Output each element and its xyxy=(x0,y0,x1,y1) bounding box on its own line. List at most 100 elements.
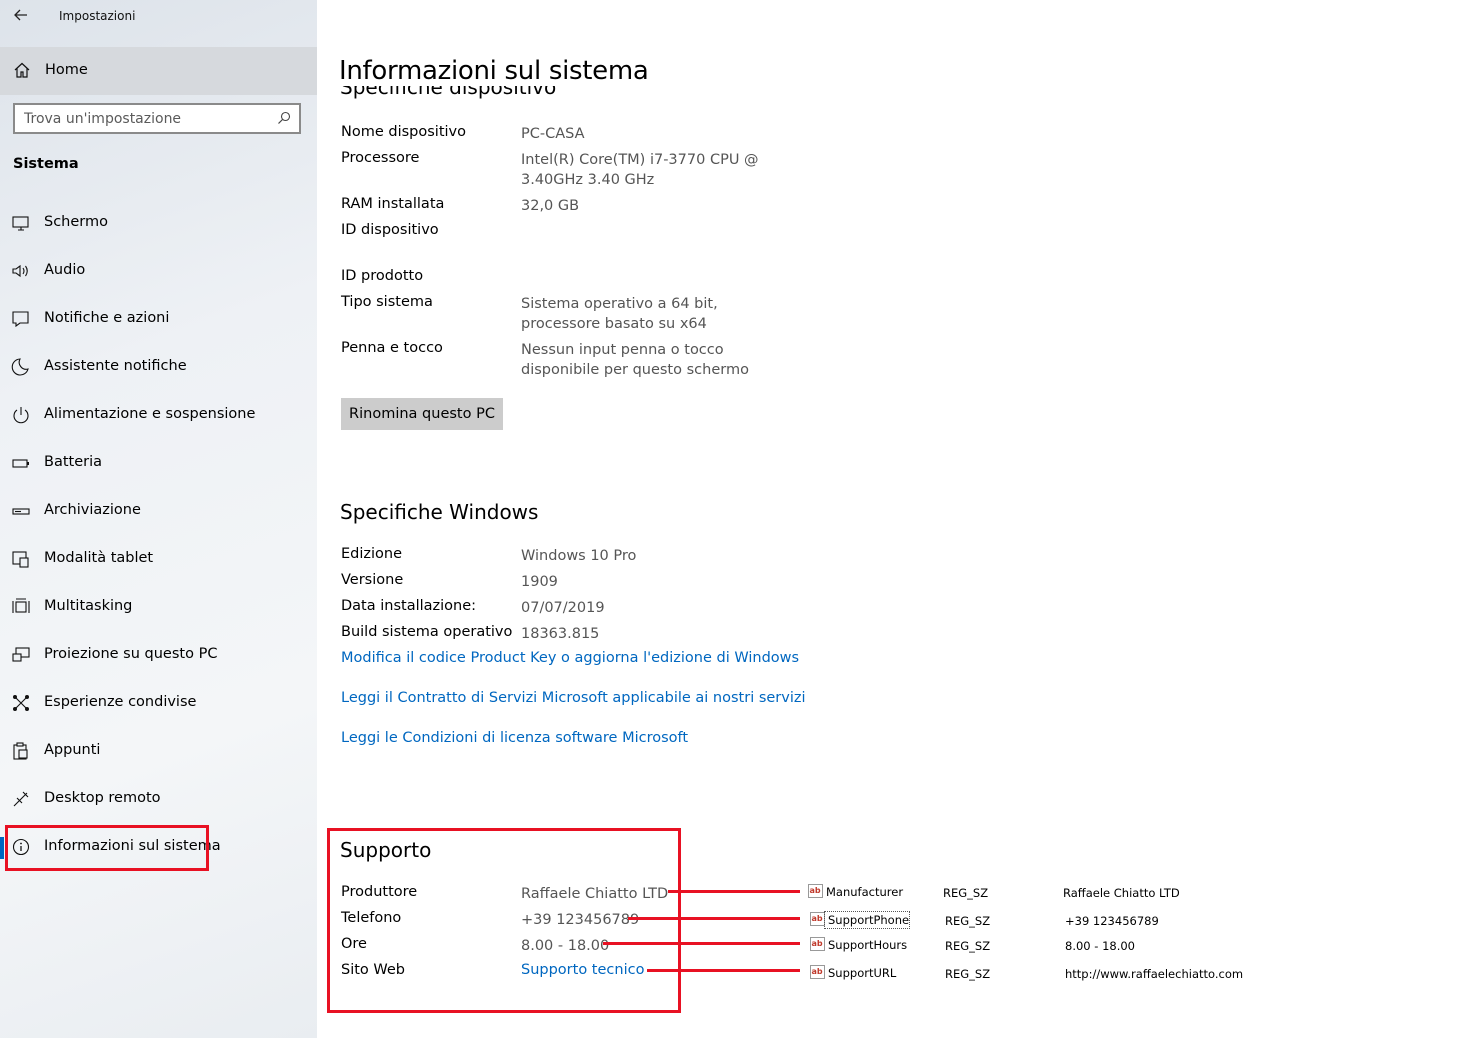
sidebar-item-modalita-tablet[interactable]: Modalità tablet xyxy=(0,536,317,582)
svg-text:ab: ab xyxy=(810,886,821,895)
page-title: Informazioni sul sistema xyxy=(339,56,649,86)
shared-icon xyxy=(13,695,29,711)
sidebar-item-label: Audio xyxy=(44,262,86,278)
sidebar-item-appunti[interactable]: Appunti xyxy=(0,728,317,774)
spec-value: 1909 xyxy=(521,574,558,590)
display-icon xyxy=(12,216,29,231)
support-value: 8.00 - 18.00 xyxy=(521,938,610,954)
clipboard-icon xyxy=(13,742,28,760)
reg-string-icon: ab xyxy=(810,912,825,926)
spec-label: Nome dispositivo xyxy=(341,124,466,140)
sidebar-item-label: Schermo xyxy=(44,214,108,230)
spec-label: Edizione xyxy=(341,546,403,562)
reg-value-name: Manufacturer xyxy=(826,885,904,899)
search-box[interactable] xyxy=(13,103,301,134)
spec-label: ID dispositivo xyxy=(341,222,439,238)
connector-line xyxy=(628,917,800,920)
selection-indicator xyxy=(0,837,4,859)
device-specs-heading: Specifiche dispositivo xyxy=(340,86,640,100)
support-website-link[interactable]: Supporto tecnico xyxy=(521,962,644,978)
reg-value-data: 8.00 - 18.00 xyxy=(1065,939,1135,953)
connector-line xyxy=(647,969,800,972)
sidebar-item-label: Alimentazione e sospensione xyxy=(44,406,256,422)
support-label: Sito Web xyxy=(341,962,406,978)
spec-value: Sistema operativo a 64 bit, processore b… xyxy=(521,296,718,332)
sidebar-item-archiviazione[interactable]: Archiviazione xyxy=(0,488,317,534)
rename-pc-button[interactable]: Rinomina questo PC xyxy=(341,398,503,430)
reg-string-icon: ab xyxy=(810,937,825,951)
reg-value-type: REG_SZ xyxy=(945,914,991,928)
sidebar-item-assistente-notifiche[interactable]: Assistente notifiche xyxy=(0,344,317,390)
home-nav-item[interactable]: Home xyxy=(0,47,317,95)
support-label: Ore xyxy=(341,936,367,952)
spec-label: Data installazione: xyxy=(341,598,477,614)
sidebar-item-label: Notifiche e azioni xyxy=(44,310,170,326)
support-value: Raffaele Chiatto LTD xyxy=(521,886,669,902)
spec-value: 32,0 GB xyxy=(521,198,580,214)
home-icon xyxy=(14,62,30,78)
storage-icon xyxy=(12,508,30,515)
spec-value: PC-CASA xyxy=(521,126,585,142)
sidebar-item-label: Multitasking xyxy=(44,598,133,614)
services-agreement-link[interactable]: Leggi il Contratto di Servizi Microsoft … xyxy=(341,690,806,706)
spec-value: Windows 10 Pro xyxy=(521,548,637,564)
sidebar-item-desktop-remoto[interactable]: Desktop remoto xyxy=(0,776,317,822)
reg-value-data: +39 123456789 xyxy=(1065,914,1159,928)
sidebar-item-audio[interactable]: Audio xyxy=(0,248,317,294)
support-value: +39 123456789 xyxy=(521,912,640,928)
spec-label: Penna e tocco xyxy=(341,340,443,356)
back-arrow-icon xyxy=(14,9,27,21)
support-label: Telefono xyxy=(341,910,402,926)
sidebar-item-esperienze-condivise[interactable]: Esperienze condivise xyxy=(0,680,317,726)
reg-value-name: SupportURL xyxy=(828,966,897,980)
search-input[interactable] xyxy=(24,110,264,128)
reg-value-data: http://www.raffaelechiatto.com xyxy=(1065,967,1244,981)
sidebar-section-title: Sistema xyxy=(13,156,79,172)
device-specs-heading-text: Specifiche dispositivo xyxy=(340,86,557,99)
tablet-icon xyxy=(12,551,29,568)
spec-label: Build sistema operativo xyxy=(341,624,513,640)
home-label: Home xyxy=(45,62,88,78)
sidebar-item-schermo[interactable]: Schermo xyxy=(0,200,317,246)
sidebar-item-label: Appunti xyxy=(44,742,101,758)
sidebar-item-proiezione[interactable]: Proiezione su questo PC xyxy=(0,632,317,678)
windows-specs-heading: Specifiche Windows xyxy=(340,500,539,524)
notification-icon xyxy=(12,311,29,328)
spec-label: Versione xyxy=(341,572,404,588)
back-button[interactable] xyxy=(8,4,34,26)
spec-label: ID prodotto xyxy=(341,268,424,284)
sidebar-item-label: Proiezione su questo PC xyxy=(44,646,218,662)
svg-text:ab: ab xyxy=(812,914,823,923)
battery-icon xyxy=(12,459,29,468)
spec-label: Processore xyxy=(341,150,420,166)
search-icon[interactable] xyxy=(277,111,291,125)
spec-value: Nessun input penna o tocco disponibile p… xyxy=(521,342,749,378)
reg-string-icon: ab xyxy=(808,884,823,898)
reg-value-name: SupportHours xyxy=(828,938,908,952)
connector-line xyxy=(603,942,800,945)
title-bar: Impostazioni xyxy=(0,0,317,32)
multitasking-icon xyxy=(12,598,30,613)
svg-text:ab: ab xyxy=(812,939,823,948)
sidebar-item-label: Desktop remoto xyxy=(44,790,161,806)
sidebar-item-label: Archiviazione xyxy=(44,502,141,518)
reg-value-type: REG_SZ xyxy=(945,939,991,953)
reg-string-icon: ab xyxy=(810,965,825,979)
moon-icon xyxy=(11,358,29,376)
sidebar-item-label: Esperienze condivise xyxy=(44,694,197,710)
projection-icon xyxy=(12,647,30,662)
license-terms-link[interactable]: Leggi le Condizioni di licenza software … xyxy=(341,730,688,746)
product-key-link[interactable]: Modifica il codice Product Key o aggiorn… xyxy=(341,650,799,666)
support-label: Produttore xyxy=(341,884,418,900)
connector-line xyxy=(668,890,800,893)
sidebar-item-notifiche[interactable]: Notifiche e azioni xyxy=(0,296,317,342)
sidebar-item-label: Assistente notifiche xyxy=(44,358,187,374)
spec-label: Tipo sistema xyxy=(341,294,433,310)
sidebar-item-multitasking[interactable]: Multitasking xyxy=(0,584,317,630)
spec-value: 07/07/2019 xyxy=(521,600,605,616)
sidebar-item-alimentazione[interactable]: Alimentazione e sospensione xyxy=(0,392,317,438)
speaker-icon xyxy=(12,264,28,278)
reg-value-type: REG_SZ xyxy=(943,886,989,900)
settings-sidebar: Impostazioni Home Sistema Schermo Audio … xyxy=(0,0,317,1038)
sidebar-item-batteria[interactable]: Batteria xyxy=(0,440,317,486)
